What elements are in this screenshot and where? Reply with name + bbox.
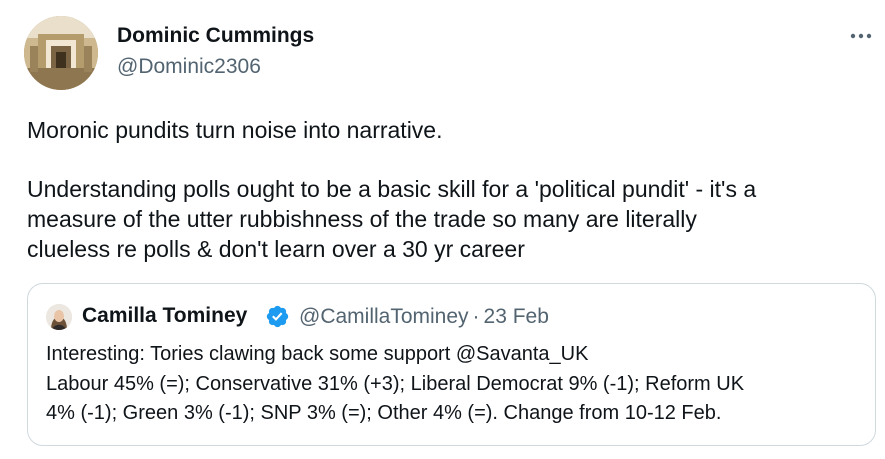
verified-badge-icon bbox=[265, 304, 290, 329]
avatar-image bbox=[24, 16, 98, 90]
tweet[interactable]: Dominic Cummings @Dominic2306 Moronic pu… bbox=[0, 0, 885, 459]
tweet-text-line: clueless re polls & don't learn over a 3… bbox=[27, 236, 525, 262]
quoted-text-line: Interesting: Tories clawing back some su… bbox=[46, 343, 589, 365]
author-handle[interactable]: @Dominic2306 bbox=[117, 55, 261, 79]
author-name[interactable]: Dominic Cummings bbox=[117, 24, 314, 48]
tweet-text-line: measure of the utter rubbishness of the … bbox=[27, 206, 697, 232]
more-options-button[interactable] bbox=[846, 22, 876, 50]
quoted-author-handle[interactable]: @CamillaTominey bbox=[299, 305, 469, 328]
quoted-author-avatar[interactable] bbox=[46, 304, 72, 330]
meta-separator: · bbox=[472, 305, 480, 328]
author-avatar[interactable] bbox=[24, 16, 98, 90]
tweet-text-line: Understanding polls ought to be a basic … bbox=[27, 176, 757, 202]
tweet-text-line: Moronic pundits turn noise into narrativ… bbox=[27, 117, 443, 143]
quoted-tweet[interactable]: Camilla Tominey @CamillaTominey · 23 Feb I… bbox=[27, 283, 876, 446]
quoted-meta: @CamillaTominey · 23 Feb bbox=[299, 305, 549, 329]
more-horizontal-icon bbox=[850, 33, 872, 39]
quoted-text-line: 4% (-1); Green 3% (-1); SNP 3% (=); Othe… bbox=[46, 402, 722, 424]
quoted-author-name[interactable]: Camilla Tominey bbox=[82, 304, 247, 328]
quoted-avatar-image bbox=[46, 304, 72, 330]
quoted-text-line: Labour 45% (=); Conservative 31% (+3); L… bbox=[46, 373, 745, 395]
quoted-date[interactable]: 23 Feb bbox=[484, 305, 549, 328]
